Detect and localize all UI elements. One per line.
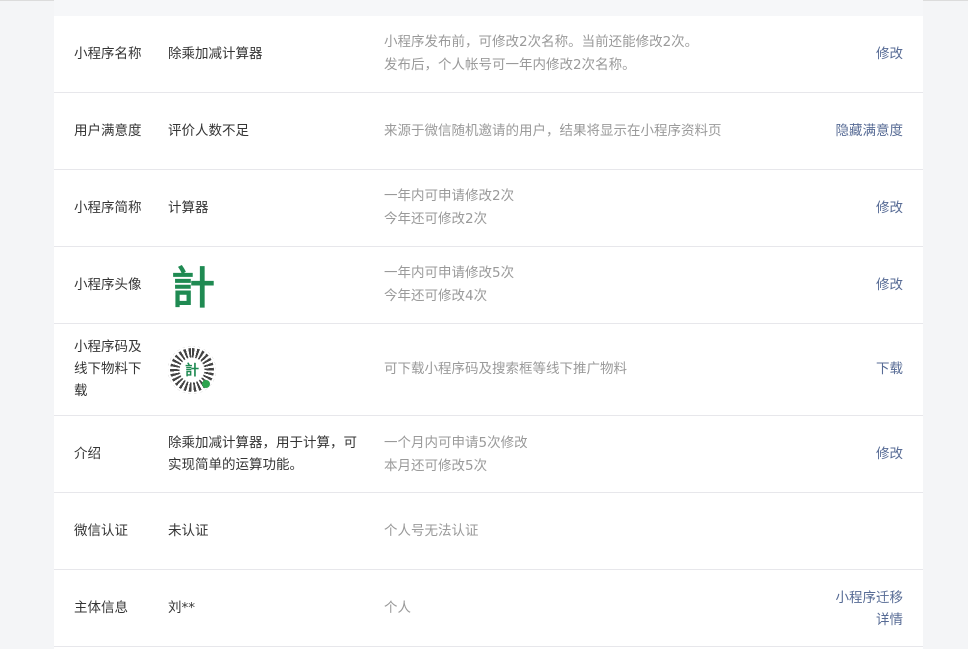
qrcode-image: 計 xyxy=(168,346,216,394)
row-introduction: 介绍 除乘加减计算器，用于计算，可 实现简单的运算功能。 一个月内可申请5次修改… xyxy=(54,416,923,493)
row-label: 小程序码及 线下物料下 载 xyxy=(74,336,142,402)
basic-info-card: 小程序名称 除乘加减计算器 小程序发布前，可修改2次名称。当前还能修改2次。 发… xyxy=(54,0,923,649)
migrate-app-link[interactable]: 小程序迁移 xyxy=(836,587,904,609)
row-description: 来源于微信随机邀请的用户，结果将显示在小程序资料页 xyxy=(384,123,722,139)
description-line: 一个月内可申请5次修改 xyxy=(384,435,528,451)
row-label: 微信认证 xyxy=(74,523,128,539)
row-description: 个人 xyxy=(384,600,411,616)
row-label: 小程序名称 xyxy=(74,46,142,62)
app-avatar-image: 計 xyxy=(171,263,215,314)
hide-satisfaction-link[interactable]: 隐藏满意度 xyxy=(836,120,904,142)
row-wechat-verification: 微信认证 未认证 个人号无法认证 xyxy=(54,493,923,570)
row-label: 用户满意度 xyxy=(74,123,142,139)
row-mini-program-name: 小程序名称 除乘加减计算器 小程序发布前，可修改2次名称。当前还能修改2次。 发… xyxy=(54,16,923,93)
label-line: 小程序码及 xyxy=(74,339,142,355)
row-qrcode-download: 小程序码及 线下物料下 载 計 可下载小程序码及搜索框等线下推广物料 下载 xyxy=(54,324,923,416)
row-value: 未认证 xyxy=(168,523,209,539)
table-header-strip xyxy=(54,0,923,16)
row-description: 可下载小程序码及搜索框等线下推广物料 xyxy=(384,361,627,377)
description-line: 小程序发布前，可修改2次名称。当前还能修改2次。 xyxy=(384,34,699,50)
value-line: 除乘加减计算器，用于计算，可 xyxy=(168,435,357,451)
row-label: 主体信息 xyxy=(74,600,128,616)
wechat-badge-icon xyxy=(202,380,210,388)
description-line: 本月还可修改5次 xyxy=(384,458,488,474)
row-avatar: 小程序头像 計 一年内可申请修改5次 今年还可修改4次 修改 xyxy=(54,247,923,324)
row-value: 除乘加减计算器 xyxy=(168,46,263,62)
row-label: 小程序头像 xyxy=(74,277,142,293)
description-line: 发布后，个人帐号可一年内修改2次名称。 xyxy=(384,57,636,73)
description-line: 一年内可申请修改2次 xyxy=(384,188,515,204)
description-line: 今年还可修改2次 xyxy=(384,211,488,227)
row-description: 个人号无法认证 xyxy=(384,523,479,539)
row-description: 一年内可申请修改5次 今年还可修改4次 xyxy=(384,262,514,308)
row-value: 刘** xyxy=(168,600,195,616)
modify-name-link[interactable]: 修改 xyxy=(876,43,903,65)
details-link[interactable]: 详情 xyxy=(876,609,903,631)
row-label: 小程序简称 xyxy=(74,200,142,216)
modify-intro-link[interactable]: 修改 xyxy=(876,443,903,465)
row-label: 介绍 xyxy=(74,446,101,462)
row-value: 评价人数不足 xyxy=(168,123,249,139)
row-description: 小程序发布前，可修改2次名称。当前还能修改2次。 发布后，个人帐号可一年内修改2… xyxy=(384,31,698,77)
download-link[interactable]: 下载 xyxy=(876,358,903,380)
label-line: 载 xyxy=(74,383,88,399)
row-short-name: 小程序简称 计算器 一年内可申请修改2次 今年还可修改2次 修改 xyxy=(54,170,923,247)
modify-avatar-link[interactable]: 修改 xyxy=(876,274,903,296)
description-line: 今年还可修改4次 xyxy=(384,288,488,304)
value-line: 实现简单的运算功能。 xyxy=(168,457,303,473)
row-value: 除乘加减计算器，用于计算，可 实现简单的运算功能。 xyxy=(168,432,357,476)
row-entity-info: 主体信息 刘** 个人 小程序迁移 详情 xyxy=(54,570,923,647)
row-user-satisfaction: 用户满意度 评价人数不足 来源于微信随机邀请的用户，结果将显示在小程序资料页 隐… xyxy=(54,93,923,170)
row-description: 一个月内可申请5次修改 本月还可修改5次 xyxy=(384,432,528,478)
modify-short-name-link[interactable]: 修改 xyxy=(876,197,903,219)
description-line: 一年内可申请修改5次 xyxy=(384,265,515,281)
label-line: 线下物料下 xyxy=(74,361,142,377)
row-description: 一年内可申请修改2次 今年还可修改2次 xyxy=(384,185,514,231)
row-value: 计算器 xyxy=(168,200,209,216)
qrcode-logo: 計 xyxy=(185,363,199,379)
